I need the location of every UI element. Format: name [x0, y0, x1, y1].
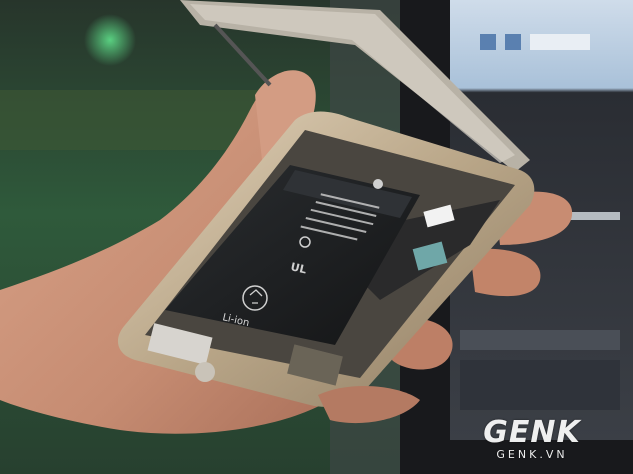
background-shelf — [0, 90, 260, 150]
watermark: GENK GENK.VN — [447, 418, 617, 462]
photo-scene: UL Li-ion GENK GENK.VN — [0, 0, 633, 474]
lightning-port — [195, 362, 215, 382]
background-green-light — [84, 14, 136, 66]
apple-logo-icon — [373, 179, 383, 189]
watermark-logo: GENK — [483, 415, 581, 450]
photo: UL Li-ion — [0, 0, 633, 474]
watermark-domain: GENK.VN — [496, 448, 568, 461]
